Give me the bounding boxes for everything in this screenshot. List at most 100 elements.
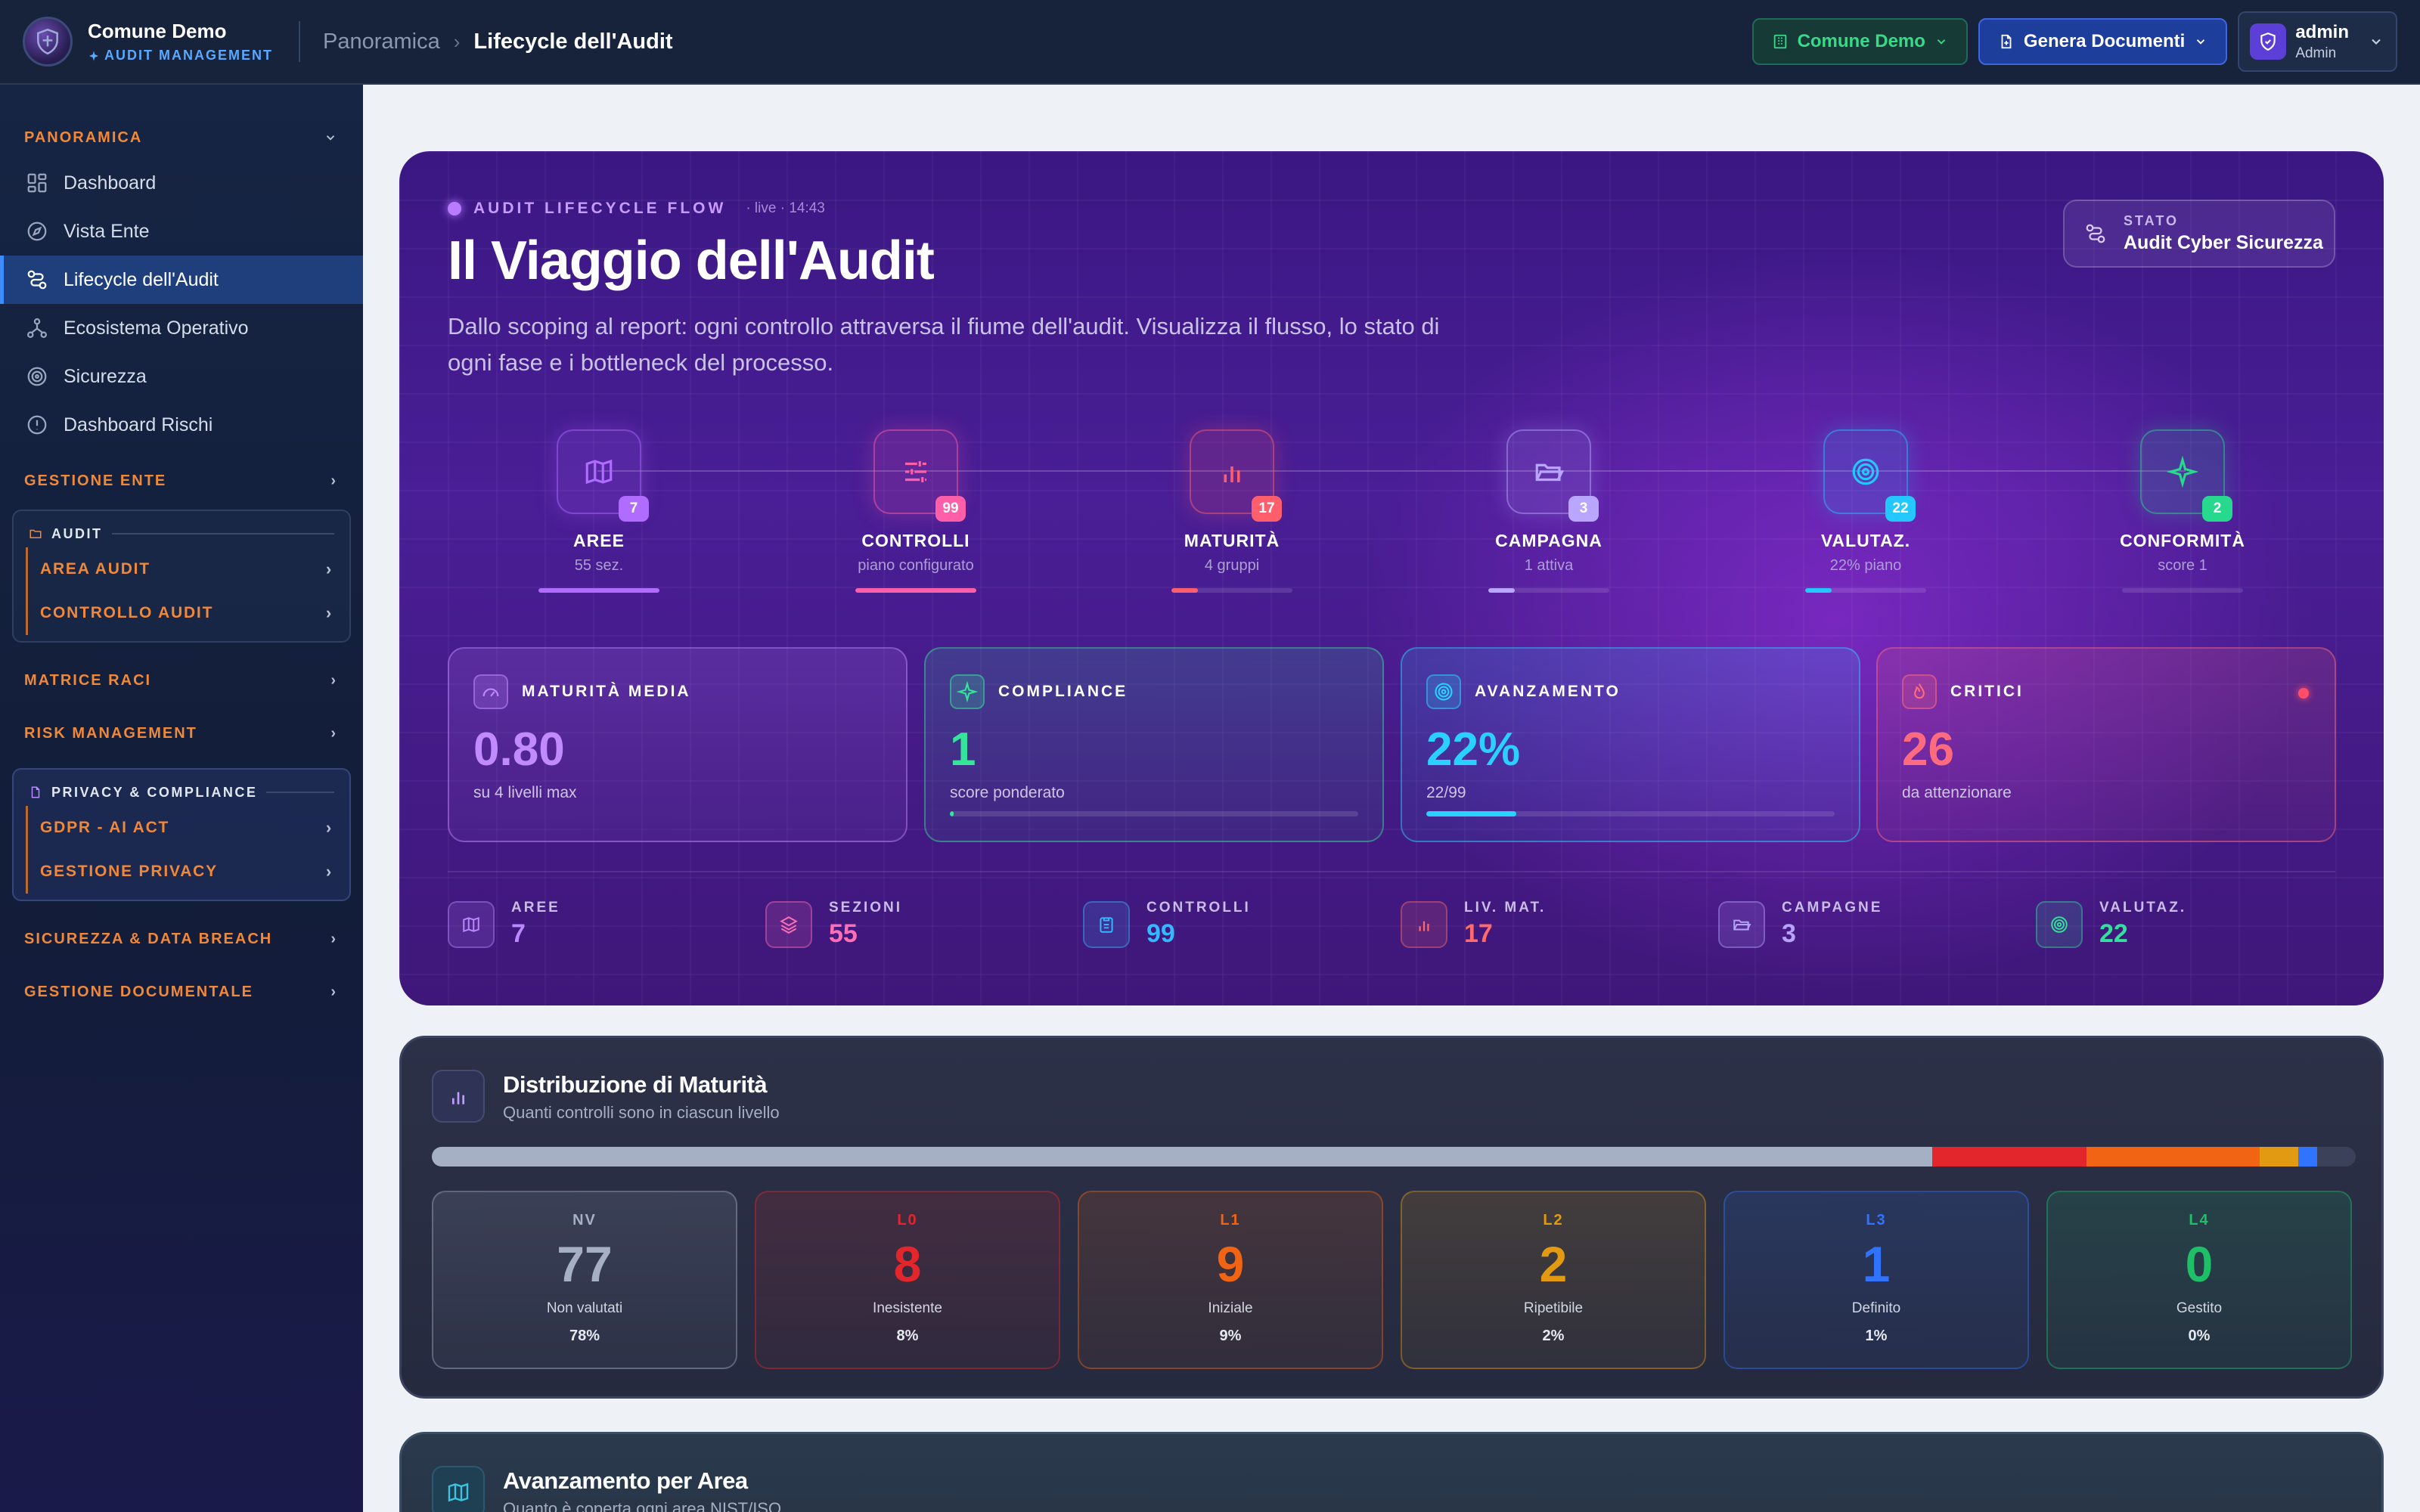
level-card-l4[interactable]: L4 0 Gestito 0% [2046, 1191, 2352, 1369]
section-label: PANORAMICA [24, 129, 143, 146]
sidebar-item-label: Dashboard [64, 172, 157, 194]
stat-value: 17 [1464, 919, 1493, 948]
sidebar: PANORAMICA Dashboard Vista Ente Lifecycl… [0, 85, 363, 1512]
sidebar-item-controllo-audit[interactable]: CONTROLLO AUDIT › [26, 591, 349, 635]
stage-progress [1805, 588, 1926, 593]
file-icon [31, 786, 40, 798]
kpi-label: CRITICI [1950, 683, 2024, 700]
kpi-avanzamento[interactable]: AVANZAMENTO 22% 22/99 [1401, 647, 1860, 842]
clipboard-icon [1083, 900, 1130, 948]
stage-controlli[interactable]: 99 CONTROLLI piano configurato [802, 429, 1029, 593]
file-plus-icon [2001, 34, 2012, 49]
sidebar-section-matrice-raci[interactable]: MATRICE RACI › [0, 665, 363, 696]
level-percent: 1% [1865, 1328, 1888, 1344]
chevron-right-icon: › [453, 29, 461, 53]
kpi-sub: score ponderato [950, 784, 1065, 801]
sidebar-section-gestione-ente[interactable]: GESTIONE ENTE › [0, 466, 363, 496]
sidebar-item-label: Ecosistema Operativo [64, 317, 249, 339]
main-content: AUDIT LIFECYCLE FLOW · live · 14:43 Il V… [363, 85, 2420, 1512]
stat-label: CAMPAGNE [1782, 900, 1883, 916]
level-count: 8 [893, 1236, 922, 1292]
level-code: L2 [1543, 1212, 1564, 1228]
sidebar-section-gestione-documentale[interactable]: GESTIONE DOCUMENTALE › [0, 977, 363, 1007]
stage-campagna[interactable]: 3 CAMPAGNA 1 attiva [1435, 429, 1662, 593]
genera-button-label: Genera Documenti [2023, 31, 2186, 51]
user-menu-button[interactable]: admin Admin [2238, 11, 2397, 72]
sidebar-item-dashboard-rischi[interactable]: Dashboard Rischi [0, 401, 363, 449]
level-count: 9 [1216, 1236, 1245, 1292]
chevron-right-icon: › [330, 724, 337, 742]
state-badge[interactable]: STATO Audit Cyber Sicurezza [2063, 200, 2335, 268]
level-code: L4 [2189, 1212, 2210, 1228]
bar-chart-icon [1401, 900, 1447, 948]
stage-name: AREE [573, 531, 625, 550]
sidebar-item-gdpr[interactable]: GDPR - AI ACT › [26, 806, 349, 850]
stage-progress [1171, 588, 1292, 593]
network-icon [27, 318, 47, 338]
flame-icon [1902, 674, 1937, 709]
level-card-l1[interactable]: L1 9 Iniziale 9% [1078, 1191, 1383, 1369]
stage-maturita[interactable]: 17 MATURITÀ 4 gruppi [1118, 429, 1345, 593]
sidebar-item-sicurezza[interactable]: Sicurezza [0, 352, 363, 401]
sliders-icon [905, 461, 926, 482]
section-label: RISK MANAGEMENT [24, 724, 197, 742]
comune-selector-button[interactable]: Comune Demo [1751, 18, 1968, 65]
card-subtitle: Quanto è coperta ogni area NIST/ISO [503, 1499, 782, 1512]
sidebar-item-vista-ente[interactable]: Vista Ente [0, 207, 363, 256]
kpi-value: 1 [950, 723, 976, 776]
sidebar-item-dashboard[interactable]: Dashboard [0, 159, 363, 207]
sidebar-group-privacy: PRIVACY & COMPLIANCE GDPR - AI ACT › GEST… [12, 768, 351, 901]
group-title-label: PRIVACY & COMPLIANCE [51, 784, 258, 800]
stat-label: VALUTAZ. [2099, 900, 2187, 916]
target-icon [2036, 900, 2083, 948]
kpi-label: COMPLIANCE [998, 683, 1128, 700]
level-card-l0[interactable]: L0 8 Inesistente 8% [755, 1191, 1060, 1369]
chevron-down-icon [1937, 39, 1946, 45]
folder-icon [29, 529, 42, 538]
maturity-distribution-card: Distribuzione di Maturità Quanti control… [399, 1036, 2384, 1399]
chevron-right-icon: › [325, 818, 333, 837]
stage-valutazione[interactable]: 22 VALUTAZ. 22% piano [1752, 429, 1979, 593]
kpi-critici[interactable]: CRITICI 26 da attenzionare [1876, 647, 2336, 842]
genera-documenti-button[interactable]: Genera Documenti [1978, 18, 2228, 65]
level-percent: 8% [896, 1328, 919, 1344]
sidebar-item-lifecycle[interactable]: Lifecycle dell'Audit [0, 256, 363, 304]
stage-name: MATURITÀ [1184, 531, 1280, 550]
sidebar-item-area-audit[interactable]: AREA AUDIT › [26, 547, 349, 591]
stage-sub: 1 attiva [1524, 557, 1574, 574]
kpi-value: 22% [1426, 723, 1521, 776]
layers-icon [765, 900, 812, 948]
chevron-right-icon: › [330, 930, 337, 947]
level-card-l3[interactable]: L3 1 Definito 1% [1723, 1191, 2029, 1369]
sidebar-section-panoramica[interactable]: PANORAMICA [0, 122, 363, 153]
kpi-sub: su 4 livelli max [473, 784, 577, 801]
sub-item-label: AREA AUDIT [40, 560, 150, 578]
kpi-sub: 22/99 [1426, 784, 1466, 801]
comune-logo[interactable] [23, 17, 73, 67]
kpi-label: AVANZAMENTO [1475, 683, 1621, 700]
sidebar-section-data-breach[interactable]: SICUREZZA & DATA BREACH › [0, 924, 363, 954]
stage-conformita[interactable]: 2 CONFORMITÀ score 1 [2069, 429, 2296, 593]
kpi-compliance[interactable]: COMPLIANCE 1 score ponderato [924, 647, 1384, 842]
level-percent: 9% [1219, 1328, 1242, 1344]
stage-icon-box: 22 [1823, 429, 1916, 522]
map-icon [432, 1466, 485, 1512]
target-icon [1852, 458, 1879, 485]
stage-aree[interactable]: 7 AREE 55 sez. [486, 429, 712, 593]
maturity-stacked-bar [432, 1147, 2356, 1167]
sub-item-label: GESTIONE PRIVACY [40, 863, 218, 880]
stage-progress [2122, 588, 2243, 593]
level-card-l2[interactable]: L2 2 Ripetibile 2% [1401, 1191, 1706, 1369]
kpi-progress [1426, 811, 1835, 816]
kpi-maturita-media[interactable]: MATURITÀ MEDIA 0.80 su 4 livelli max [448, 647, 908, 842]
kpi-value: 0.80 [473, 723, 565, 776]
sidebar-item-gestione-privacy[interactable]: GESTIONE PRIVACY › [26, 850, 349, 894]
breadcrumb-panoramica[interactable]: Panoramica [323, 29, 440, 54]
sidebar-item-ecosistema[interactable]: Ecosistema Operativo [0, 304, 363, 352]
level-card-nv[interactable]: NV 77 Non valutati 78% [432, 1191, 737, 1369]
sub-item-label: GDPR - AI ACT [40, 819, 170, 836]
stage-progress [855, 588, 976, 593]
kpi-progress [950, 811, 1358, 816]
sidebar-section-risk-management[interactable]: RISK MANAGEMENT › [0, 718, 363, 748]
breadcrumb: Panoramica › Lifecycle dell'Audit [323, 29, 673, 54]
